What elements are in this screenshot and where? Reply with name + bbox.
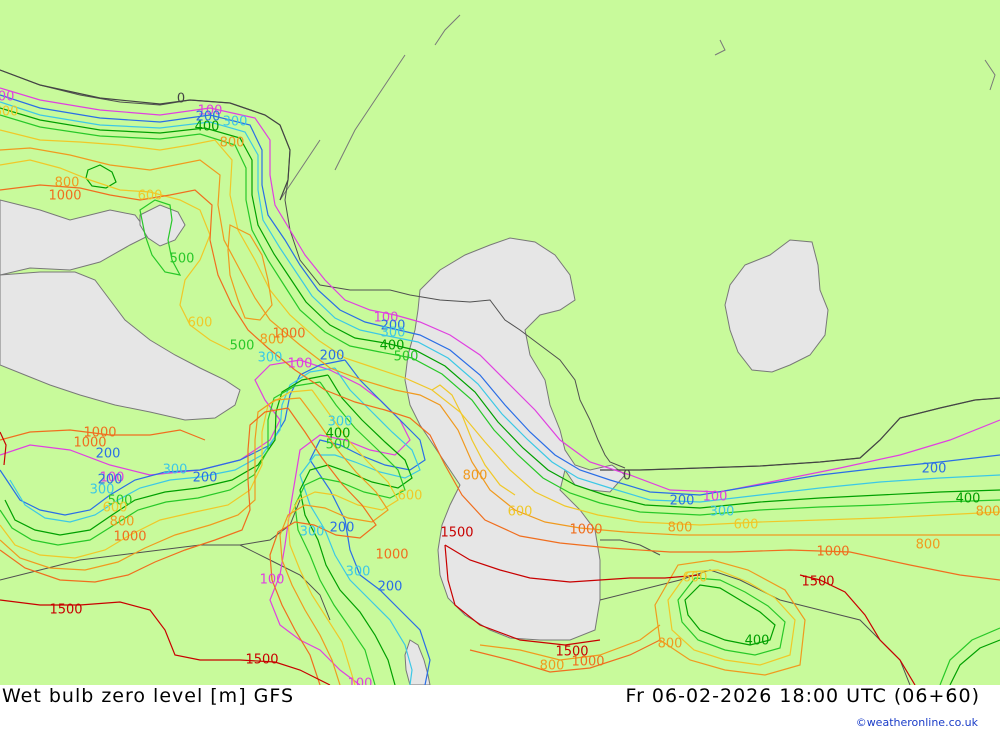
contour-label-600: 600 — [734, 518, 759, 533]
contour-label-1500: 1500 — [555, 645, 588, 660]
contour-label-100: 100 — [0, 90, 14, 105]
contour-label-200: 200 — [922, 462, 947, 477]
contour-label-1000: 1000 — [569, 523, 602, 538]
contour-label-800: 800 — [540, 659, 565, 674]
contour-label-200: 200 — [378, 580, 403, 595]
contour-label-200: 200 — [330, 521, 355, 536]
contour-label-600: 600 — [103, 501, 128, 516]
contour-label-600: 600 — [188, 316, 213, 331]
contour-label-1000: 1000 — [113, 530, 146, 545]
contour-label-500: 500 — [230, 339, 255, 354]
contour-label-800: 800 — [110, 515, 135, 530]
map-title: Wet bulb zero level [m] GFS — [2, 685, 295, 707]
contour-label-300: 300 — [346, 565, 371, 580]
contour-label-300: 300 — [258, 351, 283, 366]
contour-label-1000: 1000 — [48, 189, 81, 204]
contour-label-800: 800 — [463, 469, 488, 484]
contour-label-300: 300 — [710, 505, 735, 520]
contour-label-1000: 1000 — [375, 548, 408, 563]
contour-label-600: 600 — [683, 571, 708, 586]
contour-label-1500: 1500 — [440, 526, 473, 541]
contour-label-200: 200 — [670, 494, 695, 509]
contour-label-1500: 1500 — [245, 653, 278, 668]
contour-label-100: 100 — [260, 573, 285, 588]
contour-label-500: 500 — [326, 438, 351, 453]
contour-label-300: 300 — [163, 463, 188, 478]
contour-label-1500: 1500 — [49, 603, 82, 618]
contour-label-600: 600 — [138, 189, 163, 204]
contour-label-0: 0 — [623, 469, 631, 484]
contour-label-400: 400 — [195, 120, 220, 135]
contour-label-100: 100 — [348, 677, 373, 686]
contour-label-300: 300 — [223, 115, 248, 130]
contour-label-1000: 1000 — [73, 436, 106, 451]
contour-label-300: 300 — [300, 525, 325, 540]
contour-label-600: 600 — [398, 489, 423, 504]
contour-label-1500: 1500 — [801, 575, 834, 590]
contour-label-500: 500 — [394, 350, 419, 365]
weather-map: 0010010010010010010010010020020020020020… — [0, 0, 1000, 685]
contour-label-500: 500 — [170, 252, 195, 267]
contour-label-800: 800 — [668, 521, 693, 536]
contour-label-800: 800 — [220, 136, 245, 151]
map-footer: Wet bulb zero level [m] GFS Fr 06-02-202… — [0, 685, 1000, 733]
contour-label-1000: 1000 — [816, 545, 849, 560]
contour-label-800: 800 — [976, 505, 1000, 520]
contour-label-200: 200 — [193, 471, 218, 486]
contour-label-100: 100 — [288, 357, 313, 372]
forecast-datetime: Fr 06-02-2026 18:00 UTC (06+60) — [625, 685, 980, 707]
contour-label-1000: 1000 — [272, 327, 305, 342]
contour-label-600: 600 — [0, 105, 18, 120]
map-area: 0010010010010010010010010020020020020020… — [0, 0, 1000, 685]
contour-label-0: 0 — [177, 92, 185, 107]
contour-label-600: 600 — [508, 505, 533, 520]
source-credit-link[interactable]: ©weatheronline.co.uk — [856, 716, 978, 729]
contour-label-800: 800 — [916, 538, 941, 553]
contour-label-100: 100 — [703, 490, 728, 505]
contour-label-400: 400 — [745, 634, 770, 649]
contour-label-800: 800 — [658, 637, 683, 652]
contour-label-200: 200 — [320, 349, 345, 364]
